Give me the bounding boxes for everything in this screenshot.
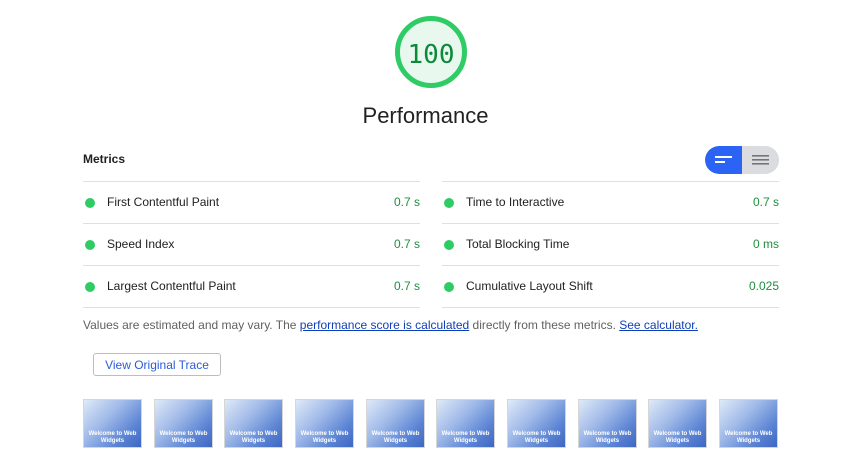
metric-label: Largest Contentful Paint <box>107 279 236 293</box>
list-view-icon <box>752 155 769 165</box>
frame-caption: Welcome to Web Widgets <box>159 431 208 444</box>
filmstrip-frame: Welcome to Web Widgets <box>436 399 495 448</box>
disclaimer-text-middle: directly from these metrics. <box>469 318 620 332</box>
metric-row: First Contentful Paint 0.7 s <box>83 181 420 223</box>
pass-indicator-icon <box>85 198 95 208</box>
metrics-column-left: First Contentful Paint 0.7 s Speed Index… <box>83 181 420 308</box>
filmstrip-frame: Welcome to Web Widgets <box>578 399 637 448</box>
filmstrip-frame: Welcome to Web Widgets <box>83 399 142 448</box>
metrics-view-toggle[interactable] <box>705 146 779 174</box>
pass-indicator-icon <box>85 240 95 250</box>
pass-indicator-icon <box>444 240 454 250</box>
metrics-header: Metrics <box>83 152 126 166</box>
metric-row: Speed Index 0.7 s <box>83 223 420 265</box>
metric-label: Cumulative Layout Shift <box>466 279 593 293</box>
frame-caption: Welcome to Web Widgets <box>300 431 349 444</box>
metric-value: 0 ms <box>752 237 779 251</box>
filmstrip-frame: Welcome to Web Widgets <box>719 399 778 448</box>
frame-caption: Welcome to Web Widgets <box>229 431 278 444</box>
frame-caption: Welcome to Web Widgets <box>653 431 702 444</box>
filmstrip-frame: Welcome to Web Widgets <box>648 399 707 448</box>
disclaimer-text: Values are estimated and may vary. The <box>83 318 300 332</box>
metric-value: 0.025 <box>748 279 779 293</box>
pass-indicator-icon <box>85 282 95 292</box>
metric-value: 0.7 s <box>393 195 420 209</box>
filmstrip-frame: Welcome to Web Widgets <box>295 399 354 448</box>
filmstrip-frame: Welcome to Web Widgets <box>224 399 283 448</box>
metrics-column-right: Time to Interactive 0.7 s Total Blocking… <box>442 181 779 308</box>
metric-label: Time to Interactive <box>466 195 565 209</box>
view-original-trace-button[interactable]: View Original Trace <box>93 353 221 376</box>
metric-value: 0.7 s <box>393 279 420 293</box>
metric-row: Cumulative Layout Shift 0.025 <box>442 265 779 308</box>
score-gauge: 100 <box>395 16 467 88</box>
metric-value: 0.7 s <box>393 237 420 251</box>
category-title: Performance <box>362 103 489 128</box>
metric-value: 0.7 s <box>752 195 779 209</box>
list-view-button[interactable] <box>742 146 779 174</box>
metric-label: Total Blocking Time <box>466 237 570 251</box>
summary-view-button[interactable] <box>705 146 742 174</box>
score-value: 100 <box>407 40 455 70</box>
frame-caption: Welcome to Web Widgets <box>88 431 137 444</box>
metrics-disclaimer: Values are estimated and may vary. The p… <box>83 318 698 332</box>
metric-row: Total Blocking Time 0 ms <box>442 223 779 265</box>
frame-caption: Welcome to Web Widgets <box>583 431 632 444</box>
metric-label: First Contentful Paint <box>107 195 220 209</box>
frame-caption: Welcome to Web Widgets <box>512 431 561 444</box>
filmstrip-frame: Welcome to Web Widgets <box>366 399 425 448</box>
lighthouse-performance-report: 100 Performance Metrics First Contentful… <box>0 0 851 470</box>
frame-caption: Welcome to Web Widgets <box>724 431 773 444</box>
filmstrip: Welcome to Web Widgets Welcome to Web Wi… <box>83 399 783 449</box>
pass-indicator-icon <box>444 282 454 292</box>
pass-indicator-icon <box>444 198 454 208</box>
see-calculator-link[interactable]: See calculator. <box>619 318 698 332</box>
filmstrip-frame: Welcome to Web Widgets <box>154 399 213 448</box>
summary-view-icon <box>715 156 732 163</box>
metric-row: Time to Interactive 0.7 s <box>442 181 779 223</box>
frame-caption: Welcome to Web Widgets <box>371 431 420 444</box>
frame-caption: Welcome to Web Widgets <box>441 431 490 444</box>
metric-row: Largest Contentful Paint 0.7 s <box>83 265 420 308</box>
score-calculation-link[interactable]: performance score is calculated <box>300 318 469 332</box>
metric-label: Speed Index <box>107 237 175 251</box>
filmstrip-frame: Welcome to Web Widgets <box>507 399 566 448</box>
